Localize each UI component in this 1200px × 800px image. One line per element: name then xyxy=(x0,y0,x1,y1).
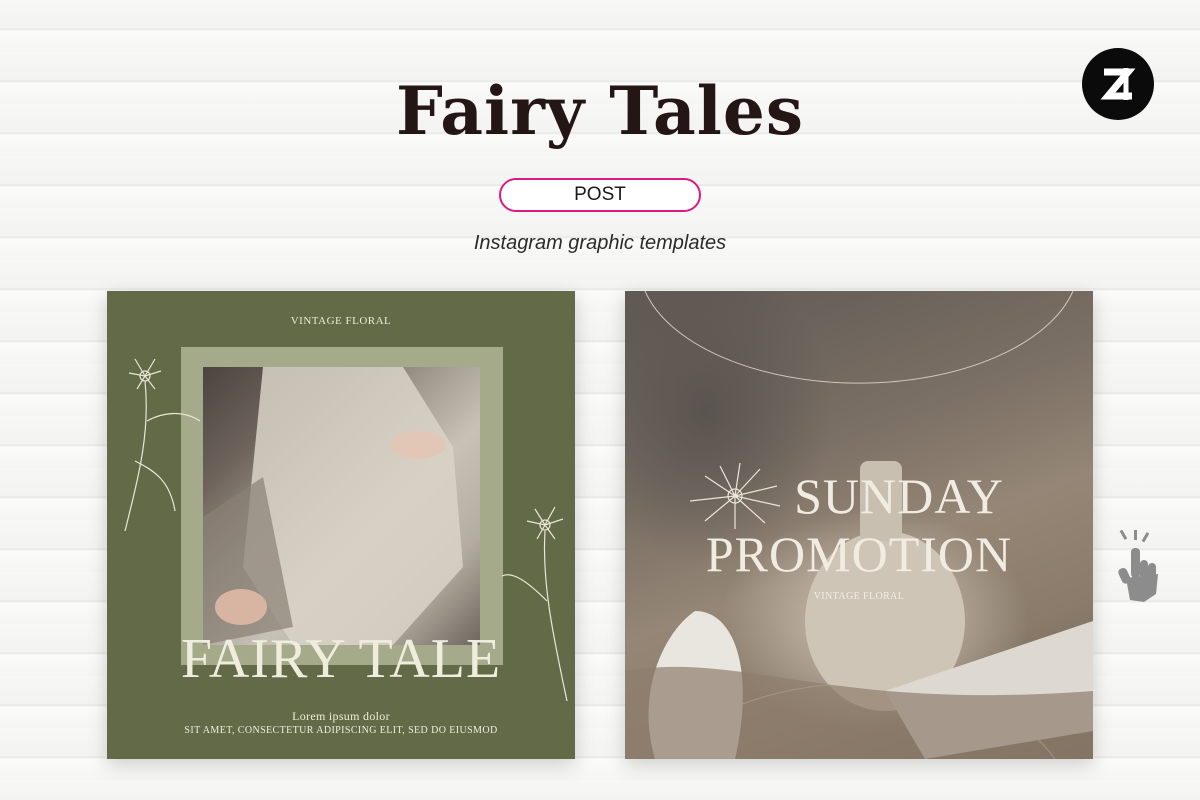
template-card-sunday-promotion: SUNDAY PROMOTION VINTAGE FLORAL xyxy=(625,291,1093,759)
card-top-label: VINTAGE FLORAL xyxy=(290,315,392,327)
card-label: VINTAGE FLORAL xyxy=(813,591,905,602)
template-card-fairy-tale: VINTAGE FLORAL FAIRY TALE Lorem ipsum do… xyxy=(107,291,575,759)
card-photo xyxy=(203,367,480,645)
post-badge: POST xyxy=(499,178,701,212)
page-title: Fairy Tales xyxy=(396,72,804,150)
card-headline-line1: SUNDAY xyxy=(794,468,1004,524)
pointer-hand-icon xyxy=(1118,530,1158,602)
card-body-text: SIT AMET, CONSECTETUR ADIPISCING ELIT, S… xyxy=(184,725,498,736)
subtitle: Instagram graphic templates xyxy=(473,232,727,254)
daisy-flower-icon xyxy=(124,358,201,531)
card-headline: FAIRY TALE xyxy=(180,628,502,690)
card-headline-line2: PROMOTION xyxy=(705,526,1013,582)
brand-logo-icon xyxy=(1082,48,1154,120)
card-subheading: Lorem ipsum dolor xyxy=(292,709,390,723)
